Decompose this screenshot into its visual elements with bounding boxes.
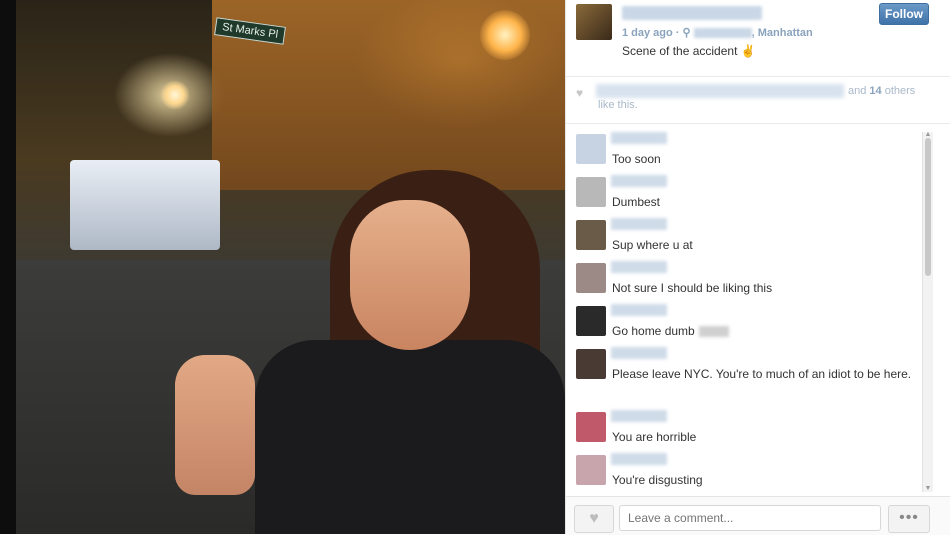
author-avatar[interactable] [576, 4, 612, 40]
comment-row: You're disgusting [566, 447, 928, 490]
photo-street-lamp [160, 80, 190, 110]
commenter-username-redacted[interactable] [611, 410, 667, 422]
heart-icon: ♥ [576, 86, 584, 100]
more-options-button[interactable]: ••• [888, 505, 930, 533]
photo-truck [70, 160, 220, 250]
comment-text: Go home dumb [612, 322, 912, 340]
commenter-username-redacted[interactable] [611, 304, 667, 316]
commenter-username-redacted[interactable] [611, 132, 667, 144]
comment-row: Please leave NYC. You're to much of an i… [566, 341, 928, 404]
likes-summary: ♥ and 14 others like this. [566, 76, 950, 124]
commenter-avatar[interactable] [576, 220, 606, 250]
comment-text: You're disgusting [612, 473, 703, 487]
location-redacted[interactable] [693, 28, 752, 39]
comment-text: You are horrible [612, 430, 697, 444]
post-sidebar: 1 day ago · ⚲ , Manhattan Scene of the a… [565, 0, 950, 535]
commenter-avatar[interactable] [576, 455, 606, 485]
comment-input[interactable] [619, 505, 881, 531]
comment-text: Not sure I should be liking this [612, 281, 773, 295]
comment-row: Dumbest [566, 169, 928, 212]
meta-separator: · [672, 27, 683, 39]
comment-text: Sup where u at [612, 238, 693, 252]
comment-text: Dumbest [612, 195, 661, 209]
post-time[interactable]: 1 day ago [622, 27, 673, 39]
comment-text: Too soon [612, 152, 661, 166]
commenter-avatar[interactable] [576, 177, 606, 207]
commenter-avatar[interactable] [576, 306, 606, 336]
like-heart-button[interactable]: ♥ [574, 505, 614, 533]
commenter-username-redacted[interactable] [611, 175, 667, 187]
photo-street-lamp-right [480, 10, 530, 60]
commenter-avatar[interactable] [576, 412, 606, 442]
comment-row: Too soon [566, 126, 928, 169]
likes-like-this: like this. [598, 99, 638, 111]
post-header: 1 day ago · ⚲ , Manhattan Scene of the a… [566, 0, 950, 70]
photo-dark-edge [0, 0, 16, 534]
comment-row: Go home dumb [566, 298, 928, 341]
photo-peace-sign-hand [175, 355, 255, 495]
commenter-avatar[interactable] [576, 349, 606, 379]
location-pin-icon: ⚲ [682, 27, 691, 39]
post-location-suffix[interactable]: , Manhattan [752, 27, 813, 39]
likes-others[interactable]: and 14 others [848, 85, 915, 97]
comment-row: Sup where u at [566, 212, 928, 255]
redacted-word [698, 326, 729, 338]
comment-row: You are horrible [566, 404, 928, 447]
commenter-username-redacted[interactable] [611, 261, 667, 273]
commenter-username-redacted[interactable] [611, 453, 667, 465]
follow-button[interactable]: Follow [879, 3, 929, 25]
author-username-redacted[interactable] [622, 6, 762, 20]
scroll-down-arrow-icon[interactable]: ▼ [923, 485, 933, 492]
photo-person-jacket [255, 340, 565, 534]
comment-row: Not sure I should be liking this [566, 255, 928, 298]
comment-text: Please leave NYC. You're to much of an i… [612, 367, 912, 381]
commenter-avatar[interactable] [576, 134, 606, 164]
photo-person-face [350, 200, 470, 350]
scrollbar-thumb[interactable] [925, 138, 931, 276]
commenter-avatar[interactable] [576, 263, 606, 293]
liker-names-redacted[interactable] [596, 84, 844, 98]
post-caption: Scene of the accident ✌ [622, 44, 756, 58]
comments-scrollbar[interactable]: ▲ ▼ [922, 131, 933, 492]
commenter-username-redacted[interactable] [611, 218, 667, 230]
post-photo[interactable]: St Marks Pl [0, 0, 565, 534]
commenter-username-redacted[interactable] [611, 347, 667, 359]
post-meta: 1 day ago · ⚲ , Manhattan [622, 26, 813, 39]
comment-list: Too soon Dumbest Sup where u at Not sure I … [566, 126, 928, 496]
comment-footer: ♥ ••• [566, 496, 950, 535]
likes-others-count: 14 [869, 85, 882, 97]
